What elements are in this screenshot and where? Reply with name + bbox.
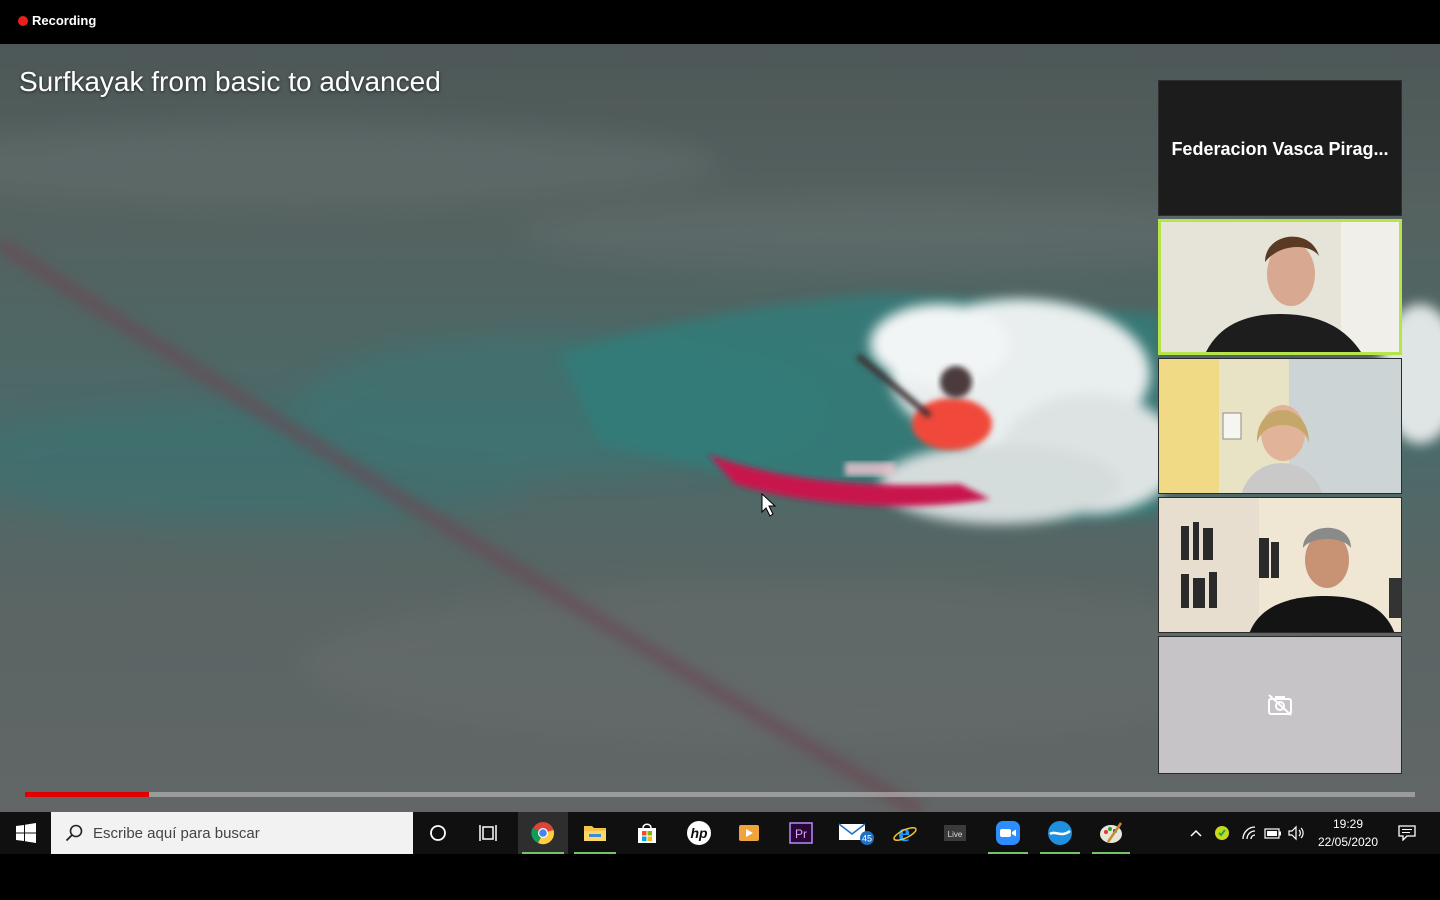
paint-icon: [1100, 822, 1123, 843]
cortana-button[interactable]: [415, 812, 461, 854]
svg-text:hp: hp: [690, 825, 708, 841]
taskbar-app-zoom[interactable]: [984, 812, 1032, 854]
taskbar-app-paint[interactable]: [1088, 812, 1134, 854]
participant-tile-camera-off[interactable]: [1158, 636, 1402, 774]
taskbar-app-file-explorer[interactable]: [570, 812, 620, 854]
bottom-letterbox: [0, 854, 1440, 900]
taskbar-app-mail[interactable]: 45: [830, 812, 884, 854]
participant-tile-video-speaking[interactable]: [1158, 219, 1402, 355]
clock-date: 22/05/2020: [1317, 835, 1379, 849]
taskbar-app-internet-explorer[interactable]: e: [882, 812, 928, 854]
tray-shield[interactable]: [1210, 812, 1234, 854]
tray-volume[interactable]: [1286, 812, 1308, 854]
svg-text:Pr: Pr: [795, 827, 807, 841]
wifi-icon: [1242, 826, 1256, 840]
participant-tile-name[interactable]: Federacion Vasca Pirag...: [1158, 80, 1402, 216]
recording-label: Recording: [32, 13, 97, 28]
media-player-icon: [739, 825, 759, 841]
taskbar-app-chrome[interactable]: [518, 812, 568, 854]
search-placeholder: Escribe aquí para buscar: [93, 825, 260, 842]
taskbar-clock[interactable]: 19:29 22/05/2020: [1308, 815, 1388, 851]
taskbar-app-premiere-pro[interactable]: Pr: [776, 812, 826, 854]
battery-icon: [1264, 828, 1281, 839]
mail-icon: 45: [838, 823, 874, 845]
task-view-icon: [479, 825, 497, 841]
windows-start-icon: [15, 823, 36, 843]
participant-tile-video[interactable]: [1158, 358, 1402, 494]
taskbar: Escribe aquí para buscar hp Pr 45 e Live…: [0, 812, 1440, 854]
camera-off-icon: [1268, 694, 1292, 716]
recording-indicator-icon: [18, 16, 28, 26]
recording-bar: Recording: [0, 0, 1440, 44]
taskbar-search-box[interactable]: Escribe aquí para buscar: [51, 812, 413, 854]
participant-video-frame: [1159, 359, 1401, 493]
svg-text:Live: Live: [948, 830, 963, 839]
participant-name: Federacion Vasca Pirag...: [1171, 139, 1389, 159]
green-shield-icon: [1215, 826, 1229, 840]
task-view-button[interactable]: [466, 812, 512, 854]
participant-video-frame: [1159, 498, 1401, 632]
taskbar-app-media-player[interactable]: [724, 812, 774, 854]
taskbar-app-blue[interactable]: [1036, 812, 1084, 854]
app-blue-icon: [1048, 821, 1072, 845]
cortana-icon: [430, 825, 446, 841]
windows-start-button[interactable]: [0, 812, 51, 854]
live-icon: Live: [944, 825, 966, 841]
participant-tile-video[interactable]: [1158, 497, 1402, 633]
tray-network[interactable]: [1238, 812, 1262, 854]
zoom-icon: [996, 821, 1020, 845]
chevron-up-icon: [1190, 829, 1202, 837]
internet-explorer-icon: e: [893, 820, 917, 846]
hp-icon: hp: [687, 821, 711, 845]
microsoft-store-icon: [638, 823, 656, 843]
video-progress-fill: [25, 792, 149, 797]
tray-battery[interactable]: [1262, 812, 1284, 854]
premiere-pro-icon: Pr: [789, 822, 813, 844]
action-center-button[interactable]: [1392, 812, 1422, 854]
video-title: Surfkayak from basic to advanced: [19, 66, 441, 97]
search-icon: [65, 824, 83, 842]
video-progress-bar[interactable]: [25, 792, 1415, 797]
show-hidden-icons-button[interactable]: [1186, 812, 1206, 854]
svg-text:45: 45: [862, 834, 872, 844]
volume-icon: [1288, 825, 1304, 841]
participant-gallery: Federacion Vasca Pirag...: [1158, 80, 1402, 774]
participant-video-frame: [1161, 222, 1399, 352]
notifications-icon: [1398, 825, 1416, 841]
chrome-icon: [531, 822, 554, 845]
taskbar-app-live[interactable]: Live: [932, 812, 978, 854]
taskbar-app-hp[interactable]: hp: [674, 812, 724, 854]
clock-time: 19:29: [1332, 817, 1364, 831]
taskbar-app-microsoft-store[interactable]: [622, 812, 672, 854]
file-explorer-icon: [584, 826, 606, 841]
